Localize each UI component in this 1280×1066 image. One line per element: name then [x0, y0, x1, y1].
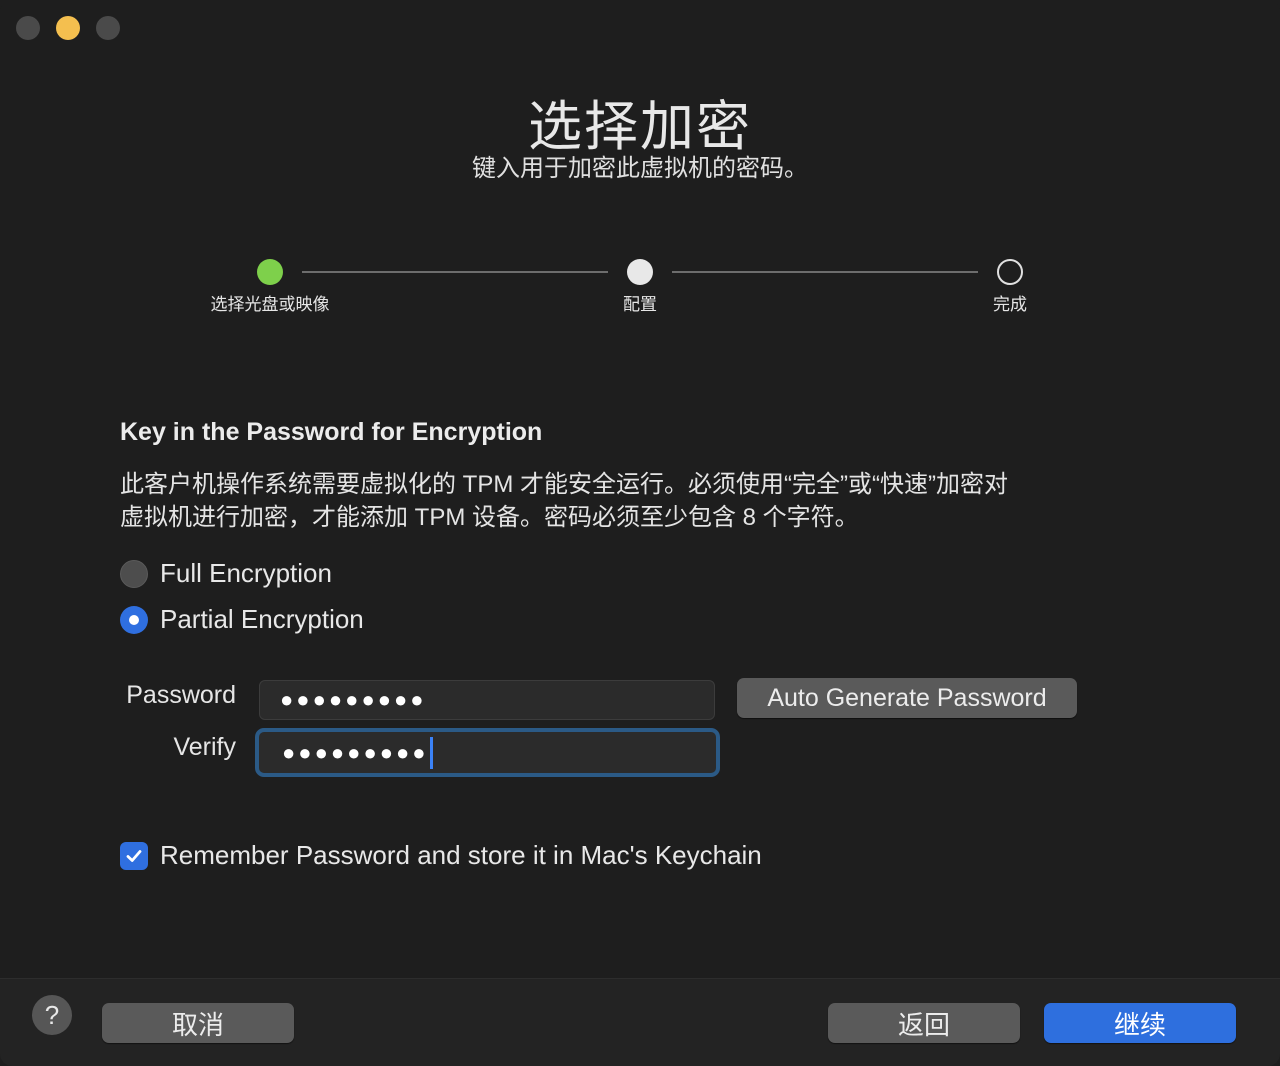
help-icon: ? — [44, 999, 60, 1030]
step-connector — [302, 271, 608, 273]
partial-encryption-label: Partial Encryption — [160, 604, 364, 634]
text-caret — [429, 736, 433, 769]
description-line: 此客户机操作系统需要虚拟化的 TPM 才能安全运行。必须使用“完全”或“快速”加… — [120, 471, 1008, 498]
step-done-indicator — [257, 259, 283, 285]
auto-generate-password-label: Auto Generate Password — [767, 683, 1047, 712]
cancel-label: 取消 — [171, 1009, 224, 1040]
keychain-label: Remember Password and store it in Mac's … — [160, 840, 762, 870]
section-title: Key in the Password for Encryption — [120, 418, 543, 446]
step-label-finish: 完成 — [993, 295, 1027, 314]
verify-password-field[interactable]: ●●●●●●●●● — [255, 728, 720, 777]
full-encryption-label: Full Encryption — [160, 558, 332, 588]
verify-label: Verify — [173, 733, 236, 761]
step-connector — [672, 271, 978, 273]
window-controls — [16, 16, 120, 40]
step-label-select-disc: 选择光盘或映像 — [210, 295, 330, 314]
back-button[interactable]: 返回 — [828, 1003, 1020, 1043]
page-subtitle: 键入用于加密此虚拟机的密码。 — [472, 155, 808, 182]
wizard-steps: 选择光盘或映像 配置 完成 — [0, 258, 1280, 318]
password-field[interactable]: ●●●●●●●●● — [259, 680, 715, 720]
step-todo-indicator — [997, 259, 1023, 285]
step-label-configure: 配置 — [623, 295, 657, 314]
cancel-button[interactable]: 取消 — [102, 1003, 294, 1043]
keychain-option[interactable]: Remember Password and store it in Mac's … — [120, 840, 762, 871]
password-value: ●●●●●●●●● — [280, 687, 427, 712]
checkmark-icon — [126, 849, 142, 862]
continue-button[interactable]: 继续 — [1044, 1003, 1236, 1043]
encryption-description: 此客户机操作系统需要虚拟化的 TPM 才能安全运行。必须使用“完全”或“快速”加… — [120, 468, 1160, 534]
step-current-indicator — [627, 259, 653, 285]
password-label: Password — [126, 681, 236, 709]
minimize-window-button[interactable] — [56, 16, 80, 40]
encryption-dialog-window: 选择加密 键入用于加密此虚拟机的密码。 选择光盘或映像 配置 完成 Key in… — [0, 0, 1280, 1066]
zoom-window-button[interactable] — [96, 16, 120, 40]
dialog-footer: ? 取消 返回 继续 — [0, 978, 1280, 1066]
help-button[interactable]: ? — [32, 995, 72, 1035]
description-line: 虚拟机进行加密，才能添加 TPM 设备。密码必须至少包含 8 个字符。 — [120, 504, 859, 531]
full-encryption-radio[interactable] — [120, 559, 148, 588]
full-encryption-option[interactable]: Full Encryption — [120, 558, 332, 589]
continue-label: 继续 — [1113, 1009, 1166, 1040]
close-window-button[interactable] — [16, 16, 40, 40]
back-label: 返回 — [897, 1009, 950, 1040]
partial-encryption-radio[interactable] — [120, 605, 148, 634]
partial-encryption-option[interactable]: Partial Encryption — [120, 604, 364, 635]
keychain-checkbox[interactable] — [120, 841, 148, 870]
auto-generate-password-button[interactable]: Auto Generate Password — [737, 678, 1077, 718]
verify-value: ●●●●●●●●● — [282, 739, 429, 765]
